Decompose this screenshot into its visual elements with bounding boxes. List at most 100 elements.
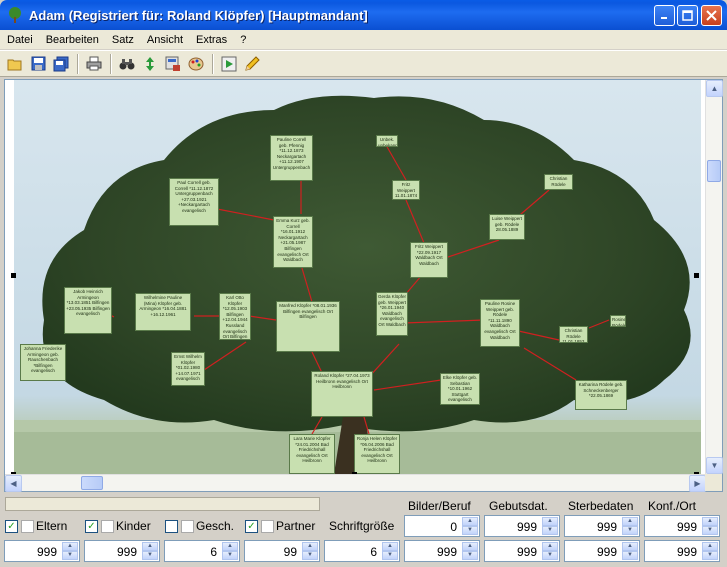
- spin-up-button[interactable]: ▲: [142, 542, 158, 551]
- partner-spinner[interactable]: 99 ▲ ▼: [244, 540, 320, 562]
- geburtsdatum-spinner[interactable]: 999 ▲ ▼: [484, 515, 560, 537]
- person-node[interactable]: Manfred Klöpfer *08.01.1936 Bilfingen ev…: [276, 301, 340, 352]
- spin-down-button[interactable]: ▼: [622, 551, 638, 560]
- person-node[interactable]: Johanna Friederike Armingeon geb. Rausch…: [20, 344, 66, 381]
- bilder-spinner[interactable]: 0 ▲ ▼: [404, 515, 480, 537]
- geschwister-checkbox[interactable]: [165, 520, 178, 533]
- spin-up-button[interactable]: ▲: [382, 542, 398, 551]
- find-button[interactable]: [116, 53, 138, 75]
- menu-datei[interactable]: Datei: [0, 34, 39, 46]
- spin-up-button[interactable]: ▲: [222, 542, 238, 551]
- spin-down-button[interactable]: ▼: [462, 551, 478, 560]
- person-node[interactable]: Pauline Correll geb. Pfennig *11.12.1873…: [270, 135, 313, 181]
- schriftgroesse-spinner[interactable]: 6 ▲ ▼: [324, 540, 400, 562]
- spin-up-button[interactable]: ▲: [542, 542, 558, 551]
- person-node[interactable]: Rosine Rödele: [610, 315, 626, 327]
- person-node[interactable]: Wilhelmine Pauline (Mina) Klöpfer geb. A…: [135, 293, 191, 331]
- person-node[interactable]: Ronja Helen Klöpfer *06.04.2006 Bad Frie…: [354, 434, 400, 474]
- run-button[interactable]: [218, 53, 240, 75]
- print-button[interactable]: [83, 53, 105, 75]
- person-node[interactable]: Pauline Rosine Weippert geb. Rödele *11.…: [480, 299, 520, 347]
- konfession-spinner[interactable]: 999 ▲ ▼: [644, 515, 720, 537]
- horizontal-scroll-thumb[interactable]: [81, 476, 103, 490]
- save-all-button[interactable]: [50, 53, 72, 75]
- sort-button[interactable]: [139, 53, 161, 75]
- horizontal-scrollbar[interactable]: ◀ ▶: [5, 474, 706, 492]
- menu-ansicht[interactable]: Ansicht: [140, 34, 189, 46]
- menu-extras[interactable]: Extras: [189, 34, 233, 46]
- person-node[interactable]: Fritz Weippert *22.09.1917 Waldbach Ort …: [410, 242, 448, 278]
- scroll-up-button[interactable]: ▲: [706, 80, 723, 97]
- spin-up-button[interactable]: ▲: [702, 517, 718, 526]
- spin-down-button[interactable]: ▼: [142, 551, 158, 560]
- vertical-scrollbar[interactable]: ▲ ▼: [705, 80, 723, 474]
- minimize-button[interactable]: [654, 5, 675, 26]
- spin-up-button[interactable]: ▲: [622, 517, 638, 526]
- resize-handle[interactable]: [11, 273, 16, 278]
- vertical-scroll-thumb[interactable]: [707, 160, 721, 182]
- kinder-generations-spinner[interactable]: 999 ▲ ▼: [84, 540, 160, 562]
- resize-handle[interactable]: [694, 273, 699, 278]
- person-node[interactable]: Elke Klöpfer geb. Sebastian *10.01.1962 …: [440, 373, 480, 405]
- geburtsdatum-row2-spinner[interactable]: 999 ▲ ▼: [484, 540, 560, 562]
- kinder-checkbox-secondary[interactable]: [101, 520, 114, 533]
- eltern-checkbox-secondary[interactable]: [21, 520, 34, 533]
- konfession-row2-spinner[interactable]: 999 ▲ ▼: [644, 540, 720, 562]
- bilder-row2-spinner[interactable]: 999 ▲ ▼: [404, 540, 480, 562]
- spin-up-button[interactable]: ▲: [302, 542, 318, 551]
- partner-checkbox-secondary[interactable]: [261, 520, 274, 533]
- spin-up-button[interactable]: ▲: [542, 517, 558, 526]
- scroll-left-button[interactable]: ◀: [5, 475, 22, 492]
- menu-satz[interactable]: Satz: [105, 34, 140, 46]
- spin-down-button[interactable]: ▼: [462, 526, 478, 535]
- person-node[interactable]: Gerda Klöpfer geb. Weippert *26.01.1940 …: [376, 292, 408, 336]
- eltern-generations-spinner[interactable]: 999 ▲ ▼: [4, 540, 80, 562]
- geschwister-spinner[interactable]: 6 ▲ ▼: [164, 540, 240, 562]
- save-button[interactable]: [27, 53, 49, 75]
- person-node[interactable]: Paul Correll geb. Correll *11.12.1872 Un…: [169, 178, 219, 226]
- spin-up-button[interactable]: ▲: [462, 517, 478, 526]
- person-node[interactable]: Christian Rödele *1.01.1853: [559, 326, 588, 343]
- partner-checkbox[interactable]: ✓: [245, 520, 258, 533]
- spin-down-button[interactable]: ▼: [382, 551, 398, 560]
- person-node[interactable]: Lara Marie Klöpfer *24.01.2004 Bad Fried…: [289, 434, 335, 474]
- spin-down-button[interactable]: ▼: [702, 526, 718, 535]
- spin-down-button[interactable]: ▼: [542, 551, 558, 560]
- person-node[interactable]: Christian Rödele: [544, 174, 573, 190]
- scroll-down-button[interactable]: ▼: [706, 457, 723, 474]
- person-node[interactable]: Jakob Heinrich Armingeon *13.03.1851 Bil…: [64, 287, 112, 334]
- spin-down-button[interactable]: ▼: [62, 551, 78, 560]
- person-node[interactable]: Roland Klöpfer *27.04.1973 Heilbronn eva…: [311, 371, 373, 417]
- chart-button[interactable]: [162, 53, 184, 75]
- scroll-right-button[interactable]: ▶: [689, 475, 706, 492]
- spin-up-button[interactable]: ▲: [702, 542, 718, 551]
- color-button[interactable]: [185, 53, 207, 75]
- sterbedaten-row2-spinner[interactable]: 999 ▲ ▼: [564, 540, 640, 562]
- spin-down-button[interactable]: ▼: [302, 551, 318, 560]
- spin-down-button[interactable]: ▼: [542, 526, 558, 535]
- person-node[interactable]: Katharina Rödele geb. Schneckenberger *2…: [575, 380, 627, 410]
- spin-up-button[interactable]: ▲: [62, 542, 78, 551]
- spin-down-button[interactable]: ▼: [622, 526, 638, 535]
- person-node[interactable]: Karl Otto Klöpfer *12.05.1903 Bilfingen …: [219, 293, 251, 340]
- person-node[interactable]: Luise Weippert geb. Rödele 28.05.1889: [489, 214, 525, 240]
- kinder-checkbox[interactable]: ✓: [85, 520, 98, 533]
- close-button[interactable]: [701, 5, 722, 26]
- spin-up-button[interactable]: ▲: [462, 542, 478, 551]
- edit-button[interactable]: [241, 53, 263, 75]
- spin-up-button[interactable]: ▲: [622, 542, 638, 551]
- maximize-button[interactable]: [677, 5, 698, 26]
- sterbedaten-spinner[interactable]: 999 ▲ ▼: [564, 515, 640, 537]
- spin-down-button[interactable]: ▼: [702, 551, 718, 560]
- menu-help[interactable]: ?: [233, 34, 252, 46]
- geschwister-checkbox-secondary[interactable]: [181, 520, 194, 533]
- menu-bearbeiten[interactable]: Bearbeiten: [39, 34, 105, 46]
- spin-down-button[interactable]: ▼: [222, 551, 238, 560]
- person-node[interactable]: Ernst Wilhelm Klöpfer *01.02.1980 +14.07…: [171, 352, 205, 386]
- family-tree-canvas[interactable]: Pauline Correll geb. Pfennig *11.12.1873…: [14, 80, 701, 474]
- person-node[interactable]: Unbek. unbekannt: [376, 135, 398, 147]
- open-button[interactable]: [4, 53, 26, 75]
- eltern-checkbox[interactable]: ✓: [5, 520, 18, 533]
- person-node[interactable]: Fritz Weippert 11.01.1874: [392, 180, 420, 200]
- person-node[interactable]: Emma Kurz geb. Correll *16.01.1912 Necka…: [273, 216, 313, 268]
